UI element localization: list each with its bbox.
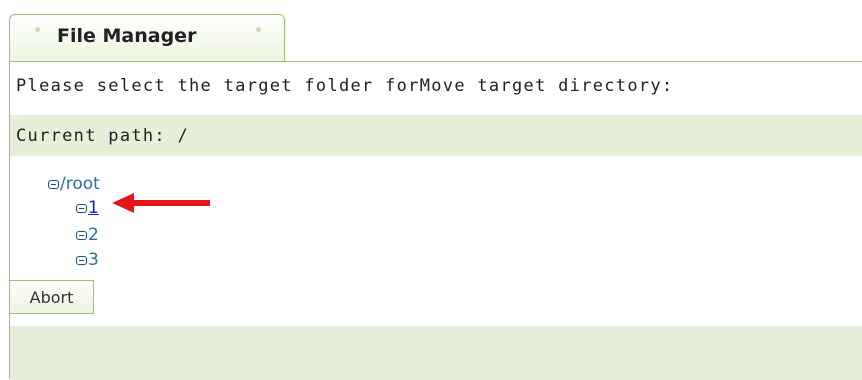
file-manager-tab[interactable]: File Manager	[9, 14, 285, 62]
tree-node-folder-3[interactable]: 3	[76, 250, 99, 270]
instruction-text: Please select the target folder forMove …	[16, 76, 674, 96]
file-manager-panel: Please select the target folder forMove …	[9, 61, 862, 380]
footer-bar	[10, 326, 862, 380]
folder-tree: /root 1 2 3	[10, 156, 862, 326]
current-path-text: Current path: /	[16, 126, 190, 146]
tab-dot-left-icon	[35, 27, 40, 32]
tree-node-folder-2[interactable]: 2	[76, 225, 99, 245]
red-arrow-left-icon	[112, 193, 210, 213]
abort-button[interactable]: Abort	[9, 280, 94, 314]
tree-node-label[interactable]: 3	[88, 250, 99, 270]
tree-node-link[interactable]: 1	[88, 198, 99, 218]
collapse-minus-icon[interactable]	[76, 203, 87, 213]
collapse-minus-icon[interactable]	[76, 255, 87, 265]
current-path-bar: Current path: /	[10, 115, 862, 156]
tree-node-label[interactable]: 2	[88, 225, 99, 245]
collapse-minus-icon[interactable]	[48, 179, 59, 189]
tab-dot-right-icon	[256, 27, 261, 32]
tab-title: File Manager	[57, 25, 197, 47]
tree-node-folder-1[interactable]: 1	[76, 198, 99, 218]
tree-node-root[interactable]: /root	[48, 174, 100, 194]
tree-node-label[interactable]: /root	[60, 174, 100, 194]
collapse-minus-icon[interactable]	[76, 230, 87, 240]
